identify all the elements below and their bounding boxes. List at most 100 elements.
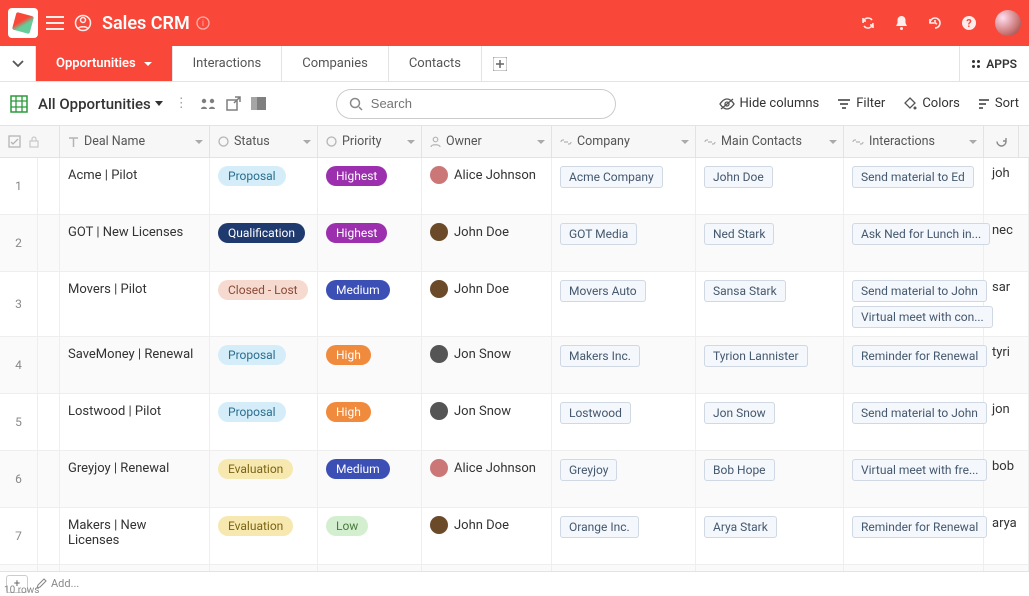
cell-deal[interactable]: Acme | Pilot (60, 158, 210, 214)
contact-chip[interactable]: Ned Stark (704, 223, 774, 245)
cell-status[interactable]: Proposal (210, 158, 318, 214)
layout-icon[interactable] (251, 97, 266, 110)
cell-interactions[interactable]: Ask Ned for Lunch in... (844, 215, 984, 271)
cell-contacts[interactable]: Tyrion Lannister (696, 337, 844, 393)
table-row[interactable]: 4SaveMoney | RenewalProposalHighJon Snow… (0, 337, 1029, 394)
export-icon[interactable] (226, 96, 241, 111)
contact-chip[interactable]: Bob Hope (704, 459, 775, 481)
menu-icon[interactable] (46, 16, 64, 30)
user-avatar[interactable] (995, 10, 1021, 36)
cell-deal[interactable]: Lostwood | Pilot (60, 394, 210, 450)
column-company[interactable]: Company (552, 126, 696, 157)
tab-interactions[interactable]: Interactions (173, 46, 283, 81)
share-icon[interactable] (200, 97, 216, 111)
add-row-label[interactable]: Add... (36, 577, 79, 590)
bell-icon[interactable] (894, 15, 909, 31)
tab-opportunities[interactable]: Opportunities (36, 46, 173, 81)
contact-chip[interactable]: Sansa Stark (704, 280, 786, 302)
cell-contacts[interactable]: John Doe (696, 158, 844, 214)
company-chip[interactable]: GOT Media (560, 223, 637, 245)
cell-priority[interactable]: Medium (318, 451, 422, 507)
column-deal-name[interactable]: Deal Name (60, 126, 210, 157)
company-chip[interactable]: Lostwood (560, 402, 631, 424)
cell-company[interactable]: Movers Auto (552, 272, 696, 336)
company-chip[interactable]: Makers Inc. (560, 345, 640, 367)
cell-company[interactable]: Acme Company (552, 158, 696, 214)
cell-status[interactable]: Proposal (210, 394, 318, 450)
cell-contacts[interactable]: Sansa Stark (696, 272, 844, 336)
table-row[interactable]: 3Movers | PilotClosed - LostMediumJohn D… (0, 272, 1029, 337)
history-icon[interactable] (927, 15, 943, 31)
table-row[interactable]: 6Greyjoy | RenewalEvaluationMediumAlice … (0, 451, 1029, 508)
interaction-chip[interactable]: Send material to John (852, 280, 987, 302)
cell-interactions[interactable]: Reminder for Renewal (844, 508, 984, 564)
view-selector[interactable]: All Opportunities (38, 95, 163, 113)
cell-owner[interactable]: Alice Johnson (422, 158, 552, 214)
cell-company[interactable]: Makers Inc. (552, 337, 696, 393)
cell-deal[interactable]: Greyjoy | Renewal (60, 451, 210, 507)
app-logo[interactable] (8, 8, 38, 38)
cell-owner[interactable]: John Doe (422, 508, 552, 564)
cell-deal[interactable]: Movers | Pilot (60, 272, 210, 336)
table-row[interactable]: 1Acme | PilotProposalHighestAlice Johnso… (0, 158, 1029, 215)
cell-contacts[interactable]: Bob Hope (696, 451, 844, 507)
column-refresh[interactable] (984, 126, 1019, 157)
search-input[interactable] (371, 96, 603, 111)
company-chip[interactable]: Movers Auto (560, 280, 646, 302)
interaction-chip[interactable]: Reminder for Renewal (852, 345, 987, 367)
colors-button[interactable]: Colors (903, 96, 960, 111)
cell-status[interactable]: Proposal (210, 337, 318, 393)
column-owner[interactable]: Owner (422, 126, 552, 157)
cell-priority[interactable]: High (318, 394, 422, 450)
filter-button[interactable]: Filter (837, 96, 885, 111)
cell-owner[interactable]: John Doe (422, 215, 552, 271)
apps-button[interactable]: APPS (959, 46, 1029, 81)
cell-priority[interactable]: High (318, 337, 422, 393)
table-row[interactable]: 2GOT | New LicensesQualificationHighestJ… (0, 215, 1029, 272)
cell-interactions[interactable]: Reminder for Renewal (844, 337, 984, 393)
workspace-icon[interactable] (74, 14, 92, 32)
interaction-chip[interactable]: Send material to John (852, 402, 987, 424)
help-icon[interactable]: ? (961, 15, 977, 31)
cell-contacts[interactable]: Ned Stark (696, 215, 844, 271)
cell-deal[interactable]: Makers | New Licenses (60, 508, 210, 564)
cell-priority[interactable]: Medium (318, 272, 422, 336)
interaction-chip[interactable]: Send material to Ed (852, 166, 974, 188)
cell-owner[interactable]: Jon Snow (422, 394, 552, 450)
column-interactions[interactable]: Interactions (844, 126, 984, 157)
contact-chip[interactable]: John Doe (704, 166, 773, 188)
column-contacts[interactable]: Main Contacts (696, 126, 844, 157)
cell-interactions[interactable]: Virtual meet with fre... (844, 451, 984, 507)
hide-columns-button[interactable]: Hide columns (719, 96, 820, 111)
cell-interactions[interactable]: Send material to John (844, 394, 984, 450)
contact-chip[interactable]: Tyrion Lannister (704, 345, 808, 367)
company-chip[interactable]: Greyjoy (560, 459, 617, 481)
company-chip[interactable]: Acme Company (560, 166, 663, 188)
sync-icon[interactable] (860, 15, 876, 31)
cell-contacts[interactable]: Arya Stark (696, 508, 844, 564)
sort-button[interactable]: Sort (978, 96, 1019, 111)
cell-status[interactable]: Evaluation (210, 451, 318, 507)
tab-contacts[interactable]: Contacts (389, 46, 482, 81)
cell-priority[interactable]: Low (318, 508, 422, 564)
cell-deal[interactable]: GOT | New Licenses (60, 215, 210, 271)
cell-interactions[interactable]: Send material to John Virtual meet with … (844, 272, 984, 336)
search-box[interactable] (336, 89, 616, 119)
column-status[interactable]: Status (210, 126, 318, 157)
interaction-chip[interactable]: Virtual meet with fre... (852, 459, 987, 481)
cell-contacts[interactable]: Jon Snow (696, 394, 844, 450)
cell-interactions[interactable]: Send material to Ed (844, 158, 984, 214)
cell-priority[interactable]: Highest (318, 215, 422, 271)
company-chip[interactable]: Orange Inc. (560, 516, 639, 538)
tabs-expand-button[interactable] (0, 46, 36, 81)
info-icon[interactable]: i (196, 16, 210, 30)
cell-status[interactable]: Evaluation (210, 508, 318, 564)
row-select-header[interactable] (0, 126, 60, 157)
cell-company[interactable]: Greyjoy (552, 451, 696, 507)
cell-owner[interactable]: Alice Johnson (422, 451, 552, 507)
cell-status[interactable]: Qualification (210, 215, 318, 271)
cell-company[interactable]: GOT Media (552, 215, 696, 271)
column-priority[interactable]: Priority (318, 126, 422, 157)
interaction-chip[interactable]: Reminder for Renewal (852, 516, 987, 538)
table-row[interactable]: 7Makers | New LicensesEvaluationLowJohn … (0, 508, 1029, 565)
